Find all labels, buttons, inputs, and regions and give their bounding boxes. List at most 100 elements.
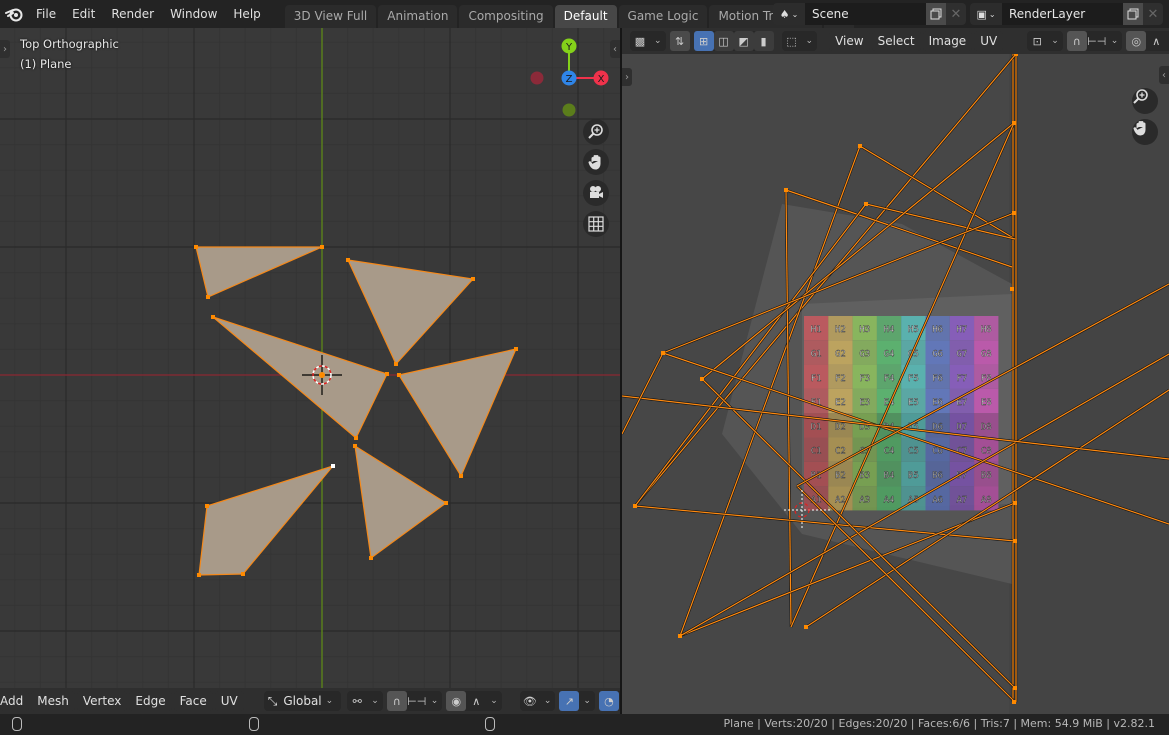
uv-falloff-icon[interactable]: ∧ xyxy=(1146,31,1166,51)
sticky-select-dropdown[interactable]: ⬚ ⌄ xyxy=(781,31,818,51)
sync-selection-icon[interactable]: ⇅ xyxy=(669,31,690,51)
uv-menu-select[interactable]: Select xyxy=(871,31,921,51)
pivot-point-icon: ⚯ xyxy=(352,694,362,708)
blender-window: File Edit Render Window Help 3D View Ful… xyxy=(0,0,1169,735)
uv-menu-image[interactable]: Image xyxy=(922,31,973,51)
gizmo-toggle-icon[interactable]: ↗ xyxy=(559,691,580,711)
snap-increment-icon[interactable]: ⊢⊣ xyxy=(407,691,427,711)
pivot-icon: ⊡ xyxy=(1032,34,1042,48)
viewport-scene[interactable]: Y X Z xyxy=(0,28,620,688)
menu-file[interactable]: File xyxy=(28,3,64,25)
uv-snap-increment-icon[interactable]: ⊢⊣ xyxy=(1087,31,1107,51)
uv-vertex xyxy=(1013,539,1017,543)
mouse-left-icon xyxy=(12,717,22,731)
checker-label: G3 xyxy=(859,349,870,359)
uv-snap-magnet-icon[interactable]: ∩ xyxy=(1066,31,1087,51)
tab-default[interactable]: Default xyxy=(554,5,617,28)
svg-text:Z: Z xyxy=(566,74,573,85)
falloff-curve-icon[interactable]: ∧ xyxy=(466,691,486,711)
uv-canvas[interactable]: H1 H2 H3 H4 H5 H6 H7 H8 G1 G2 G3 G4 G5 G6 G7 G8 F1 F2 F3 F4… xyxy=(622,54,1169,714)
snap-magnet-icon[interactable]: ∩ xyxy=(386,691,407,711)
uv-vertex xyxy=(864,202,868,206)
render-layer-icon[interactable]: ▣ ⌄ xyxy=(970,3,1002,25)
snapping-group: ∩ ⊢⊣ ⌄ xyxy=(386,691,443,711)
view-layer-selector: ▣ ⌄ RenderLayer ✕ xyxy=(970,3,1163,25)
mesh-vertex xyxy=(397,373,401,377)
face-select-icon[interactable]: ◩ xyxy=(733,31,754,51)
toolbar-toggle[interactable]: › xyxy=(0,40,10,58)
menu-edit[interactable]: Edit xyxy=(64,3,103,25)
uv-pivot-dropdown[interactable]: ⊡ ⌄ xyxy=(1027,31,1063,51)
blender-logo-icon[interactable] xyxy=(0,0,28,28)
edge-select-icon[interactable]: ◫ xyxy=(713,31,734,51)
status-bar: Plane | Verts:20/20 | Edges:20/20 | Face… xyxy=(0,714,1169,735)
menu-add[interactable]: Add xyxy=(0,691,30,711)
navigation-gizmo: Y X Z xyxy=(530,38,609,117)
pan-hand-icon[interactable] xyxy=(1132,119,1158,145)
menu-mesh[interactable]: Mesh xyxy=(31,691,75,711)
menu-edge[interactable]: Edge xyxy=(129,691,172,711)
checker-label: F4 xyxy=(884,374,895,384)
checker-label: G1 xyxy=(811,349,822,359)
new-scene-button[interactable] xyxy=(926,3,946,25)
uv-sidebar-toggle[interactable]: ‹ xyxy=(1159,66,1169,84)
object-name-label: (1) Plane xyxy=(20,57,72,71)
proportional-edit-icon[interactable]: ◉ xyxy=(446,691,467,711)
vertex-select-icon[interactable]: ⊞ xyxy=(693,31,714,51)
tab-game-logic[interactable]: Game Logic xyxy=(618,5,708,28)
checker-label: F5 xyxy=(908,374,919,384)
uv-vertex xyxy=(1012,211,1016,215)
mesh-face xyxy=(354,444,448,560)
scene-name-field[interactable]: Scene xyxy=(805,3,926,25)
mesh-vertex xyxy=(459,474,463,478)
uv-vertex xyxy=(700,377,704,381)
menu-window[interactable]: Window xyxy=(162,3,225,25)
overlays-icon[interactable]: ◔ xyxy=(598,691,619,711)
mesh-face xyxy=(195,246,323,298)
menu-render[interactable]: Render xyxy=(103,3,162,25)
mesh-vertex xyxy=(444,501,448,505)
mesh-vertex xyxy=(514,347,518,351)
island-select-icon[interactable]: ▮ xyxy=(753,31,774,51)
checker-label: F6 xyxy=(932,374,943,384)
menu-help[interactable]: Help xyxy=(225,3,268,25)
menu-vertex[interactable]: Vertex xyxy=(76,691,128,711)
checker-label: G4 xyxy=(884,349,895,359)
mesh-vertex xyxy=(194,245,198,249)
zoom-icon[interactable] xyxy=(1132,88,1158,114)
tab-compositing[interactable]: Compositing xyxy=(459,5,553,28)
camera-icon[interactable] xyxy=(583,180,609,206)
transform-orientation-dropdown[interactable]: ⤡ Global ⌄ xyxy=(263,691,342,711)
proportional-editing-group: ◉ ∧ ⌄ xyxy=(446,691,502,711)
delete-scene-button[interactable]: ✕ xyxy=(946,3,966,25)
top-bar: File Edit Render Window Help 3D View Ful… xyxy=(0,0,1169,28)
mesh-vertex xyxy=(206,295,210,299)
3d-viewport[interactable]: Y X Z › ‹ Top Orthographic (1) Plane xyxy=(0,28,620,714)
tab-animation[interactable]: Animation xyxy=(378,5,458,28)
scene-selector: ♠ ⌄ Scene ✕ xyxy=(773,3,966,25)
sidebar-toggle[interactable]: ‹ xyxy=(610,40,620,58)
checker-label: H8 xyxy=(981,325,992,335)
mouse-right-icon xyxy=(485,717,495,731)
view-layer-name-field[interactable]: RenderLayer xyxy=(1002,3,1123,25)
uv-menu-view[interactable]: View xyxy=(829,31,870,51)
tab-3d-view-full[interactable]: 3D View Full xyxy=(284,5,377,28)
uv-menu-uv[interactable]: UV xyxy=(974,31,1004,51)
uv-proportional-icon[interactable]: ◎ xyxy=(1126,31,1147,51)
zoom-icon[interactable] xyxy=(583,119,609,145)
editor-type-dropdown[interactable]: ▩ ⌄ xyxy=(630,31,666,51)
menu-uv[interactable]: UV xyxy=(214,691,244,711)
menu-face[interactable]: Face xyxy=(173,691,213,711)
new-view-layer-button[interactable] xyxy=(1123,3,1143,25)
mesh-vertex xyxy=(241,572,245,576)
pivot-point-dropdown[interactable]: ⚯ ⌄ xyxy=(347,691,383,711)
pan-hand-icon[interactable] xyxy=(583,149,609,175)
delete-view-layer-button[interactable]: ✕ xyxy=(1143,3,1163,25)
uv-scene[interactable]: H1 H2 H3 H4 H5 H6 H7 H8G1 G2 G3 G4 G5 G6 G7 G8F1 F2 F3 F4… xyxy=(622,54,1169,714)
checker-label: G6 xyxy=(932,349,943,359)
scene-icon[interactable]: ♠ ⌄ xyxy=(773,3,805,25)
selectability-dropdown[interactable]: 👁 ⌄ xyxy=(519,691,556,711)
uv-editor: ▩ ⌄ ⇅ ⊞ ◫ ◩ ▮ ⬚ ⌄ View Select Image UV ⊡ ⌄ … xyxy=(622,28,1169,714)
grid-icon[interactable] xyxy=(583,211,609,237)
uv-toolbar-toggle[interactable]: › xyxy=(622,68,632,86)
